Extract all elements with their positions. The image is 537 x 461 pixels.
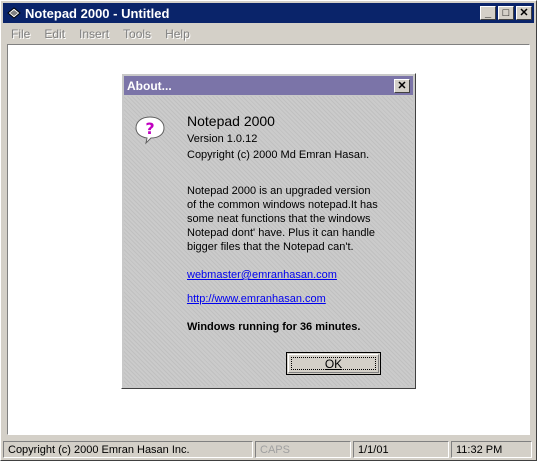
description-line: Notepad dont' have. Plus it can handle	[187, 227, 376, 239]
question-balloon-icon: ?	[134, 114, 166, 146]
title-bar[interactable]: Notepad 2000 - Untitled _ □ ✕	[3, 3, 534, 23]
runtime-text: Windows running for 36 minutes.	[187, 321, 361, 333]
notepad-diamond-icon[interactable]	[6, 5, 22, 21]
about-dialog: About... ✕ ? Notepad 2000 Version 1.0.12…	[121, 73, 416, 389]
description-line: some neat functions that the windows	[187, 213, 371, 225]
menu-file[interactable]: File	[3, 27, 36, 41]
menu-edit[interactable]: Edit	[36, 27, 71, 41]
about-title: About...	[127, 78, 172, 93]
version-text: Version 1.0.12	[187, 133, 258, 145]
maximize-button[interactable]: □	[498, 6, 514, 20]
svg-text:?: ?	[145, 119, 154, 138]
status-date: 1/1/01	[353, 441, 449, 458]
close-button[interactable]: ✕	[516, 6, 532, 20]
description: Notepad 2000 is an upgraded version of t…	[187, 184, 407, 254]
description-line: of the common windows notepad.It has	[187, 199, 378, 211]
about-title-bar[interactable]: About... ✕	[124, 76, 413, 95]
copyright-text: Copyright (c) 2000 Md Emran Hasan.	[187, 149, 370, 161]
description-line: Notepad 2000 is an upgraded version	[187, 185, 371, 197]
ok-button[interactable]: OK	[286, 352, 381, 375]
app-name: Notepad 2000	[187, 113, 275, 129]
description-line: bigger files that the Notepad can't.	[187, 241, 354, 253]
menu-help[interactable]: Help	[157, 27, 196, 41]
minimize-icon: _	[484, 6, 492, 19]
status-time: 11:32 PM	[451, 441, 532, 458]
email-link[interactable]: webmaster@emranhasan.com	[187, 268, 407, 282]
ok-label: OK	[324, 356, 343, 371]
close-icon: ✕	[397, 80, 407, 92]
status-caps: CAPS	[255, 441, 351, 458]
about-close-button[interactable]: ✕	[394, 78, 410, 93]
status-bar: Copyright (c) 2000 Emran Hasan Inc. CAPS…	[3, 440, 534, 459]
status-copyright: Copyright (c) 2000 Emran Hasan Inc.	[3, 441, 253, 458]
menu-tools[interactable]: Tools	[115, 27, 157, 41]
close-icon: ✕	[519, 6, 529, 19]
maximize-icon: □	[502, 6, 510, 19]
menu-bar: File Edit Insert Tools Help	[3, 24, 534, 43]
about-content: Notepad 2000 Version 1.0.12 Copyright (c…	[187, 114, 407, 334]
about-body: ? Notepad 2000 Version 1.0.12 Copyright …	[124, 96, 413, 386]
minimize-button[interactable]: _	[480, 6, 496, 20]
website-link[interactable]: http://www.emranhasan.com	[187, 292, 407, 306]
menu-insert[interactable]: Insert	[71, 27, 115, 41]
window-title: Notepad 2000 - Untitled	[25, 5, 170, 21]
